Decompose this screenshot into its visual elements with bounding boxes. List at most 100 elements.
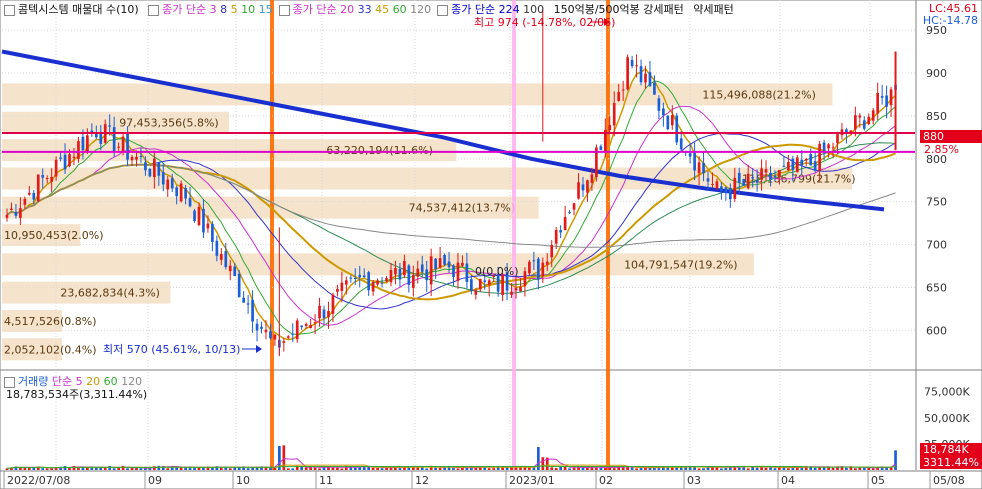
candle-body	[478, 278, 482, 290]
volume-bar	[157, 465, 161, 470]
ma-group-checkbox[interactable]	[278, 4, 290, 16]
volume-bar	[108, 466, 112, 470]
candle-body	[193, 210, 196, 221]
volume-bar	[353, 467, 357, 470]
candle-body	[68, 154, 71, 167]
volume-bar	[550, 467, 554, 470]
candle-body	[184, 188, 187, 199]
candle-body	[836, 134, 839, 144]
volume-bar	[773, 468, 777, 470]
candle-body	[331, 294, 335, 314]
candle-body	[461, 262, 464, 266]
candle-body	[764, 169, 768, 173]
candle-body	[215, 240, 219, 256]
volume-bar	[746, 468, 750, 470]
candle-body	[711, 184, 714, 186]
ma-group-checkbox[interactable]	[148, 4, 160, 16]
candle-body	[867, 116, 871, 124]
candle-body	[286, 336, 290, 338]
candle-body	[626, 57, 629, 90]
volume-tick-label: 75,000K	[924, 386, 970, 399]
volume-profile-label: 4,517,526(0.8%)	[4, 315, 97, 328]
candle-body	[536, 258, 540, 280]
candle-body	[398, 268, 402, 280]
volume-bar	[702, 468, 705, 470]
volume-bar	[438, 467, 442, 470]
candle-body	[407, 265, 411, 285]
candle-body	[358, 274, 362, 278]
volume-bar	[371, 467, 375, 470]
volume-bar	[41, 468, 45, 470]
volume-bar	[166, 468, 170, 470]
candle-body	[724, 187, 728, 193]
volume-bar	[291, 468, 295, 470]
volume-bar	[858, 467, 862, 470]
volume-bar	[456, 468, 460, 470]
volume-bar	[434, 467, 437, 470]
header-checkbox[interactable]	[4, 4, 15, 16]
candle-body	[99, 134, 103, 144]
candle-body	[264, 329, 268, 333]
volume-bar	[380, 468, 384, 470]
pattern-label: 150억봉/500억봉 강세패턴	[553, 3, 684, 16]
candle-body	[532, 260, 536, 262]
ma-period: 10	[241, 3, 259, 16]
volume-header: 거래량 단순 5 20 60 120	[4, 375, 142, 388]
candle-body	[255, 323, 259, 331]
candle-body	[438, 258, 442, 268]
candle-body	[822, 142, 826, 151]
volume-bar	[568, 468, 571, 470]
ma-period: 3	[209, 3, 221, 16]
candle-body	[135, 156, 138, 160]
candle-body	[27, 192, 31, 195]
volume-bar	[300, 466, 304, 470]
ma-group-checkbox[interactable]	[437, 4, 449, 16]
ma-group: 종가 단순 224 100	[437, 3, 544, 16]
volume-ma-period: 5	[75, 375, 83, 388]
candle-body	[14, 211, 18, 216]
candle-body	[166, 179, 170, 190]
candle-body	[170, 178, 174, 189]
price-tick-label: 700	[926, 239, 947, 252]
candle-body	[755, 179, 759, 183]
candle-body	[813, 161, 817, 171]
volume-bar	[112, 468, 116, 470]
candle-body	[175, 187, 179, 197]
candle-body	[697, 162, 701, 174]
volume-bar	[45, 468, 49, 470]
candle-body	[470, 279, 473, 291]
candle-body	[260, 326, 263, 329]
candle-body	[50, 176, 53, 182]
candle-body	[336, 288, 339, 292]
candle-body	[612, 103, 616, 126]
volume-bar	[630, 467, 634, 470]
candle-body	[371, 281, 375, 292]
candle-body	[862, 120, 866, 129]
volume-bar	[452, 468, 455, 470]
candle-body	[126, 133, 129, 160]
candle-body	[541, 262, 545, 277]
candle-body	[23, 198, 27, 205]
volume-bar	[313, 467, 317, 470]
volume-checkbox[interactable]	[4, 376, 15, 388]
candle-body	[394, 268, 397, 275]
candle-body	[228, 265, 232, 272]
x-axis-label: 09	[148, 474, 162, 487]
ma-period: 8	[220, 3, 231, 16]
volume-bar	[144, 468, 147, 470]
volume-bar	[179, 467, 183, 470]
current-volume-pct-tag: 3311.44%	[920, 456, 982, 469]
candle-body	[782, 165, 786, 167]
candle-body	[353, 277, 357, 279]
volume-profile-label: 23,682,834(4.3%)	[60, 287, 160, 300]
candle-body	[45, 178, 49, 180]
volume-bar	[639, 468, 643, 470]
x-axis-label: 2023/01	[509, 474, 555, 487]
volume-bar	[331, 467, 335, 470]
candle-body	[572, 203, 576, 210]
ma-period: 60	[392, 3, 411, 16]
candle-body	[653, 82, 656, 95]
candle-body	[885, 95, 888, 107]
candle-body	[197, 206, 201, 225]
candle-body	[769, 172, 772, 180]
